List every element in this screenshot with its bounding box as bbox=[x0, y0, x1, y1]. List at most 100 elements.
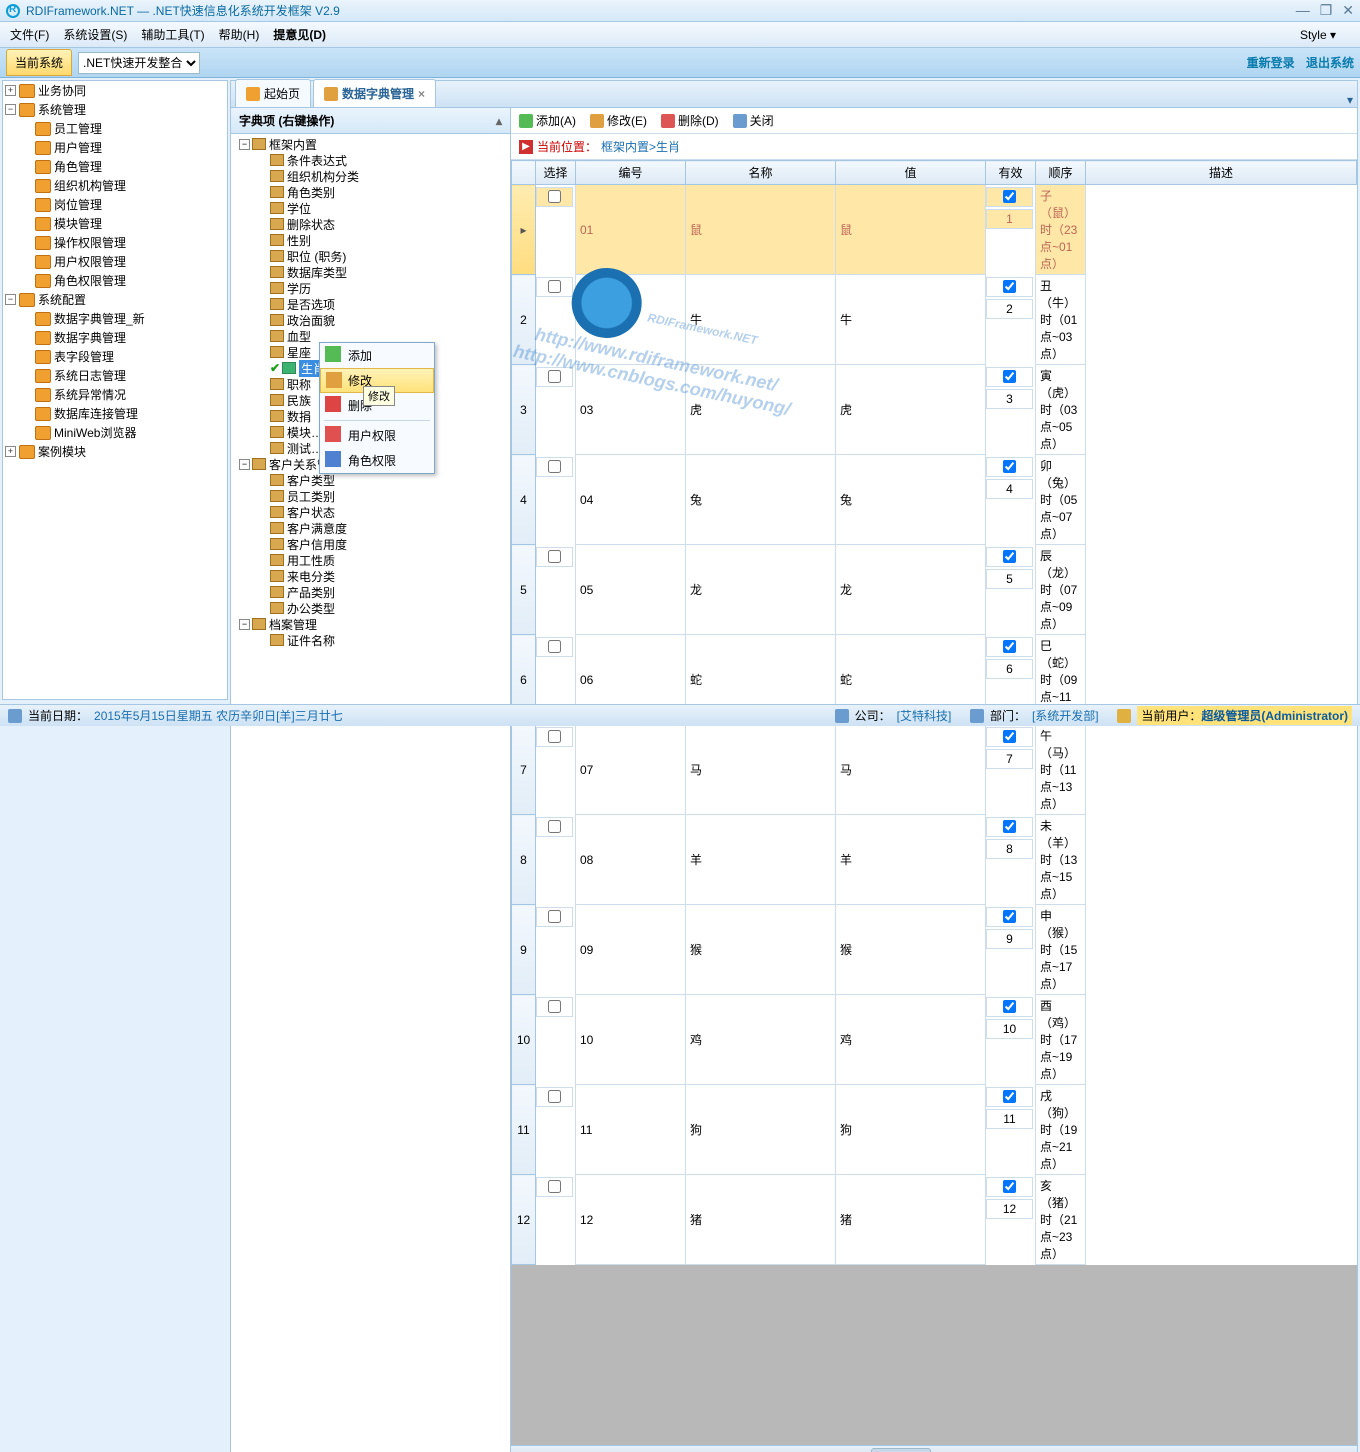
system-combo[interactable]: .NET快速开发整合 bbox=[78, 52, 200, 74]
row-checkbox[interactable] bbox=[541, 640, 568, 653]
data-grid[interactable]: 选择 编号 名称 值 有效 顺序 描述 ▸ 01鼠鼠 1子（鼠）时（23点~01… bbox=[511, 160, 1357, 1445]
dict-item[interactable]: 证件名称 bbox=[233, 632, 508, 648]
relogin-link[interactable]: 重新登录 bbox=[1247, 56, 1295, 70]
nav-item[interactable]: 表字段管理 bbox=[3, 347, 227, 366]
nav-item[interactable]: 组织机构管理 bbox=[3, 176, 227, 195]
table-row[interactable]: 11 11狗狗 11戌（狗）时（19点~21点） bbox=[512, 1085, 1357, 1175]
nav-item[interactable]: 员工管理 bbox=[3, 119, 227, 138]
tab-home[interactable]: 起始页 bbox=[235, 79, 311, 107]
col-name[interactable]: 名称 bbox=[686, 161, 836, 185]
table-row[interactable]: 7 07马马 7午（马）时（11点~13点） bbox=[512, 725, 1357, 815]
menu-file[interactable]: 文件(F) bbox=[10, 26, 49, 43]
dict-tree[interactable]: −框架内置条件表达式组织机构分类角色类别学位删除状态性别职位 (职务)数据库类型… bbox=[231, 134, 510, 1452]
row-checkbox[interactable] bbox=[541, 730, 568, 743]
nav-item[interactable]: 用户管理 bbox=[3, 138, 227, 157]
dict-item[interactable]: −框架内置 bbox=[233, 136, 508, 152]
nav-item[interactable]: 角色权限管理 bbox=[3, 271, 227, 290]
row-checkbox[interactable] bbox=[541, 550, 568, 563]
dict-item[interactable]: 员工类别 bbox=[233, 488, 508, 504]
table-row[interactable]: 8 08羊羊 8未（羊）时（13点~15点） bbox=[512, 815, 1357, 905]
tb-edit[interactable]: 修改(E) bbox=[590, 112, 647, 129]
col-select[interactable]: 选择 bbox=[536, 161, 576, 185]
dict-item[interactable]: 客户类型 bbox=[233, 472, 508, 488]
valid-checkbox[interactable] bbox=[991, 190, 1028, 203]
valid-checkbox[interactable] bbox=[991, 640, 1028, 653]
exit-link[interactable]: 退出系统 bbox=[1306, 56, 1354, 70]
dict-item[interactable]: 用工性质 bbox=[233, 552, 508, 568]
tb-close[interactable]: 关闭 bbox=[733, 112, 774, 129]
dict-item[interactable]: 客户信用度 bbox=[233, 536, 508, 552]
table-row[interactable]: 9 09猴猴 9申（猴）时（15点~17点） bbox=[512, 905, 1357, 995]
nav-item[interactable]: 用户权限管理 bbox=[3, 252, 227, 271]
nav-item[interactable]: +案例模块 bbox=[3, 442, 227, 461]
nav-tree[interactable]: +业务协同−系统管理员工管理用户管理角色管理组织机构管理岗位管理模块管理操作权限… bbox=[2, 80, 228, 700]
table-row[interactable]: ▸ 01鼠鼠 1子（鼠）时（23点~01点） bbox=[512, 185, 1357, 275]
dict-item[interactable]: 办公类型 bbox=[233, 600, 508, 616]
h-scrollbar[interactable] bbox=[511, 1445, 1357, 1452]
table-row[interactable]: 5 05龙龙 5辰（龙）时（07点~09点） bbox=[512, 545, 1357, 635]
menu-feedback[interactable]: 提意见(D) bbox=[273, 26, 326, 43]
valid-checkbox[interactable] bbox=[991, 550, 1028, 563]
menu-system[interactable]: 系统设置(S) bbox=[63, 26, 127, 43]
nav-item[interactable]: 岗位管理 bbox=[3, 195, 227, 214]
nav-item[interactable]: 数据字典管理 bbox=[3, 328, 227, 347]
dict-item[interactable]: 职位 (职务) bbox=[233, 248, 508, 264]
row-checkbox[interactable] bbox=[541, 460, 568, 473]
valid-checkbox[interactable] bbox=[991, 1000, 1028, 1013]
row-checkbox[interactable] bbox=[541, 280, 568, 293]
table-row[interactable]: 12 12猪猪 12亥（猪）时（21点~23点） bbox=[512, 1175, 1357, 1265]
tab-overflow-icon[interactable]: ▾ bbox=[1347, 93, 1353, 107]
nav-item[interactable]: 操作权限管理 bbox=[3, 233, 227, 252]
menu-help[interactable]: 帮助(H) bbox=[219, 26, 260, 43]
dict-item[interactable]: 产品类别 bbox=[233, 584, 508, 600]
maximize-button[interactable]: ❐ bbox=[1320, 2, 1333, 19]
dict-item[interactable]: 客户满意度 bbox=[233, 520, 508, 536]
ctx-add[interactable]: 添加 bbox=[320, 343, 434, 368]
col-value[interactable]: 值 bbox=[836, 161, 986, 185]
nav-item[interactable]: 模块管理 bbox=[3, 214, 227, 233]
row-checkbox[interactable] bbox=[541, 910, 568, 923]
panel-collapse-icon[interactable]: ▴ bbox=[496, 114, 502, 128]
ctx-role-auth[interactable]: 角色权限 bbox=[320, 448, 434, 473]
table-row[interactable]: 4 04兔兔 4卯（兔）时（05点~07点） bbox=[512, 455, 1357, 545]
dict-item[interactable]: −档案管理 bbox=[233, 616, 508, 632]
col-rownum[interactable] bbox=[512, 161, 536, 185]
dict-item[interactable]: 数据库类型 bbox=[233, 264, 508, 280]
nav-item[interactable]: 数据库连接管理 bbox=[3, 404, 227, 423]
valid-checkbox[interactable] bbox=[991, 820, 1028, 833]
minimize-button[interactable]: — bbox=[1296, 2, 1310, 19]
nav-item[interactable]: 系统日志管理 bbox=[3, 366, 227, 385]
dict-item[interactable]: 角色类别 bbox=[233, 184, 508, 200]
row-checkbox[interactable] bbox=[541, 820, 568, 833]
dict-item[interactable]: 组织机构分类 bbox=[233, 168, 508, 184]
nav-item[interactable]: −系统管理 bbox=[3, 100, 227, 119]
row-checkbox[interactable] bbox=[541, 1180, 568, 1193]
col-code[interactable]: 编号 bbox=[576, 161, 686, 185]
tab-close-icon[interactable]: × bbox=[418, 87, 425, 101]
dict-item[interactable]: 条件表达式 bbox=[233, 152, 508, 168]
valid-checkbox[interactable] bbox=[991, 1090, 1028, 1103]
nav-item[interactable]: MiniWeb浏览器 bbox=[3, 423, 227, 442]
ctx-user-auth[interactable]: 用户权限 bbox=[320, 423, 434, 448]
dict-item[interactable]: 删除状态 bbox=[233, 216, 508, 232]
dict-item[interactable]: 是否选项 bbox=[233, 296, 508, 312]
close-button[interactable]: ✕ bbox=[1342, 2, 1354, 19]
nav-item[interactable]: 角色管理 bbox=[3, 157, 227, 176]
dict-item[interactable]: 政治面貌 bbox=[233, 312, 508, 328]
dict-item[interactable]: 学历 bbox=[233, 280, 508, 296]
tb-delete[interactable]: 删除(D) bbox=[661, 112, 719, 129]
table-row[interactable]: 3 03虎虎 3寅（虎）时（03点~05点） bbox=[512, 365, 1357, 455]
dict-item[interactable]: 性别 bbox=[233, 232, 508, 248]
col-desc[interactable]: 描述 bbox=[1086, 161, 1357, 185]
nav-item[interactable]: −系统配置 bbox=[3, 290, 227, 309]
nav-item[interactable]: +业务协同 bbox=[3, 81, 227, 100]
row-checkbox[interactable] bbox=[541, 1000, 568, 1013]
col-order[interactable]: 顺序 bbox=[1036, 161, 1086, 185]
tb-add[interactable]: 添加(A) bbox=[519, 112, 576, 129]
valid-checkbox[interactable] bbox=[991, 280, 1028, 293]
valid-checkbox[interactable] bbox=[991, 1180, 1028, 1193]
table-row[interactable]: 2 02牛牛 2丑（牛）时（01点~03点） bbox=[512, 275, 1357, 365]
valid-checkbox[interactable] bbox=[991, 460, 1028, 473]
nav-item[interactable]: 数据字典管理_新 bbox=[3, 309, 227, 328]
dict-item[interactable]: 学位 bbox=[233, 200, 508, 216]
